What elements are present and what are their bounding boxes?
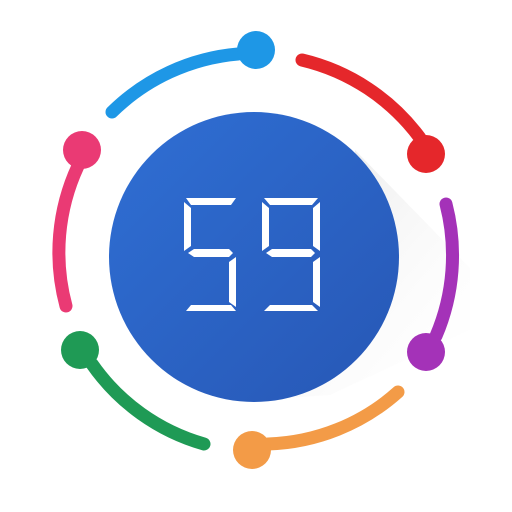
center-disc [109, 112, 399, 402]
knob-orange [233, 431, 271, 469]
ring-segment-orange [261, 385, 405, 451]
ring-segment-blue [105, 47, 245, 119]
knob-blue [237, 31, 275, 69]
knob-purple [407, 333, 445, 371]
ring-segment-pink [52, 159, 85, 313]
icon-artwork [52, 31, 470, 469]
ring-segment-red [295, 53, 427, 145]
knob-green [61, 331, 99, 369]
knob-pink [63, 131, 101, 169]
knob-red [407, 135, 445, 173]
countdown-app-icon [0, 0, 512, 512]
